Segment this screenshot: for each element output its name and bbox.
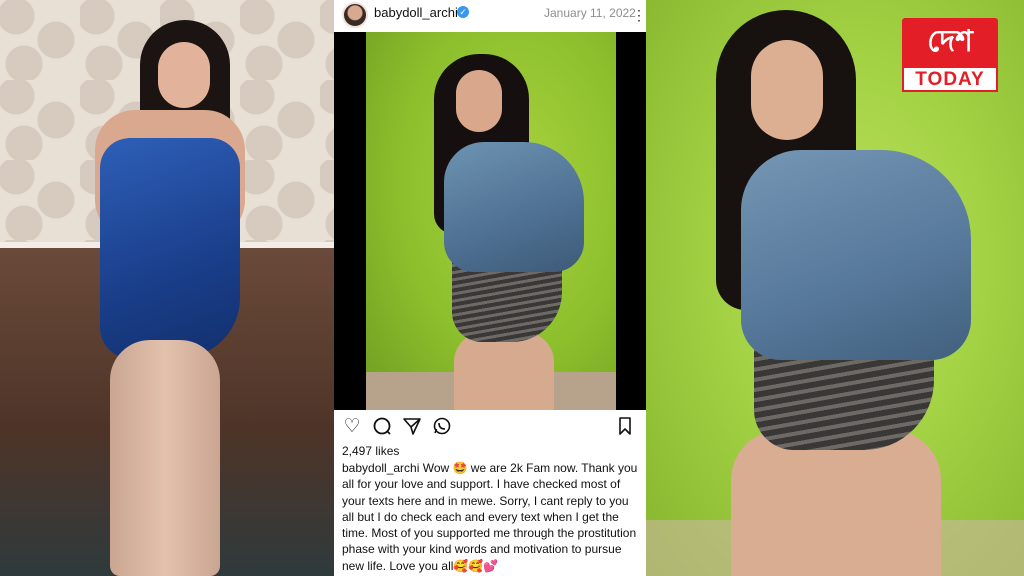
left-photo-panel (0, 0, 334, 576)
logo-today-text: TODAY (915, 69, 985, 90)
blue-dress (100, 138, 240, 358)
denim-jacket (444, 142, 584, 272)
more-options-icon[interactable]: ⋮ (632, 6, 646, 24)
post-header: babydoll_archi ✓ January 11, 2022 ⋮ (334, 0, 646, 30)
avatar[interactable] (342, 2, 368, 28)
caption-username[interactable]: babydoll_archi (342, 461, 419, 475)
post-photo[interactable] (334, 32, 646, 410)
person-legs (110, 340, 220, 576)
likes-count[interactable]: 2,497 likes (342, 444, 399, 458)
post-caption: babydoll_archi Wow 🤩 we are 2k Fam now. … (342, 460, 642, 574)
post-actions: ♡ (334, 414, 646, 440)
desh-today-logo: দেশ TODAY (902, 18, 998, 94)
comment-icon[interactable] (371, 416, 393, 438)
person-face (158, 42, 210, 108)
logo-red-block: দেশ (902, 18, 998, 68)
send-icon[interactable] (401, 416, 423, 438)
caption-text: Wow 🤩 we are 2k Fam now. Thank you all f… (342, 461, 638, 573)
person-face (751, 40, 823, 140)
person-face (456, 70, 502, 132)
person-legs (731, 430, 941, 576)
logo-bengali-text: দেশ (927, 24, 973, 59)
whatsapp-icon[interactable] (431, 416, 453, 438)
post-username[interactable]: babydoll_archi (374, 5, 458, 20)
instagram-post: babydoll_archi ✓ January 11, 2022 ⋮ ♡ 2,… (334, 0, 646, 576)
logo-white-block: TODAY (902, 68, 998, 92)
heart-icon[interactable]: ♡ (341, 416, 363, 438)
denim-jacket (741, 150, 971, 360)
bookmark-icon[interactable] (614, 416, 636, 438)
person-legs (454, 332, 554, 410)
post-date: January 11, 2022 (544, 6, 636, 20)
verified-badge-icon: ✓ (457, 6, 469, 18)
